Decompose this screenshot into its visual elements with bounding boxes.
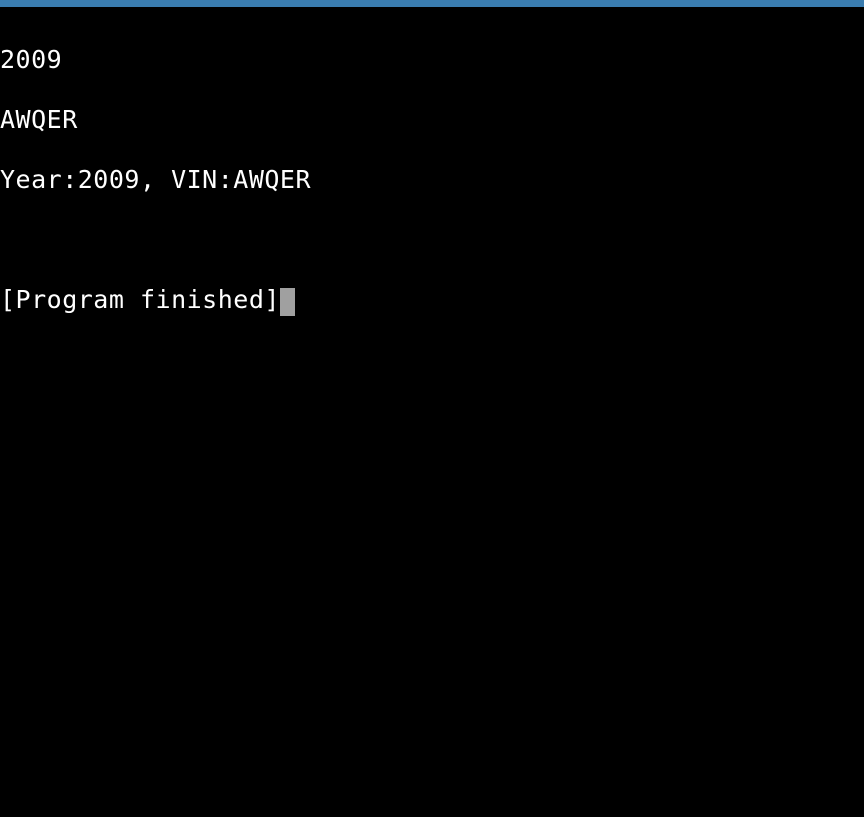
program-finished-line: [Program finished] [0, 285, 864, 315]
output-line: AWQER [0, 105, 864, 135]
blank-line [0, 225, 864, 255]
terminal-output[interactable]: 2009 AWQER Year:2009, VIN:AWQER [Program… [0, 7, 864, 345]
title-bar [0, 0, 864, 7]
cursor-icon [280, 288, 295, 316]
output-line: 2009 [0, 45, 864, 75]
output-line: Year:2009, VIN:AWQER [0, 165, 864, 195]
program-finished-text: [Program finished] [0, 285, 280, 314]
